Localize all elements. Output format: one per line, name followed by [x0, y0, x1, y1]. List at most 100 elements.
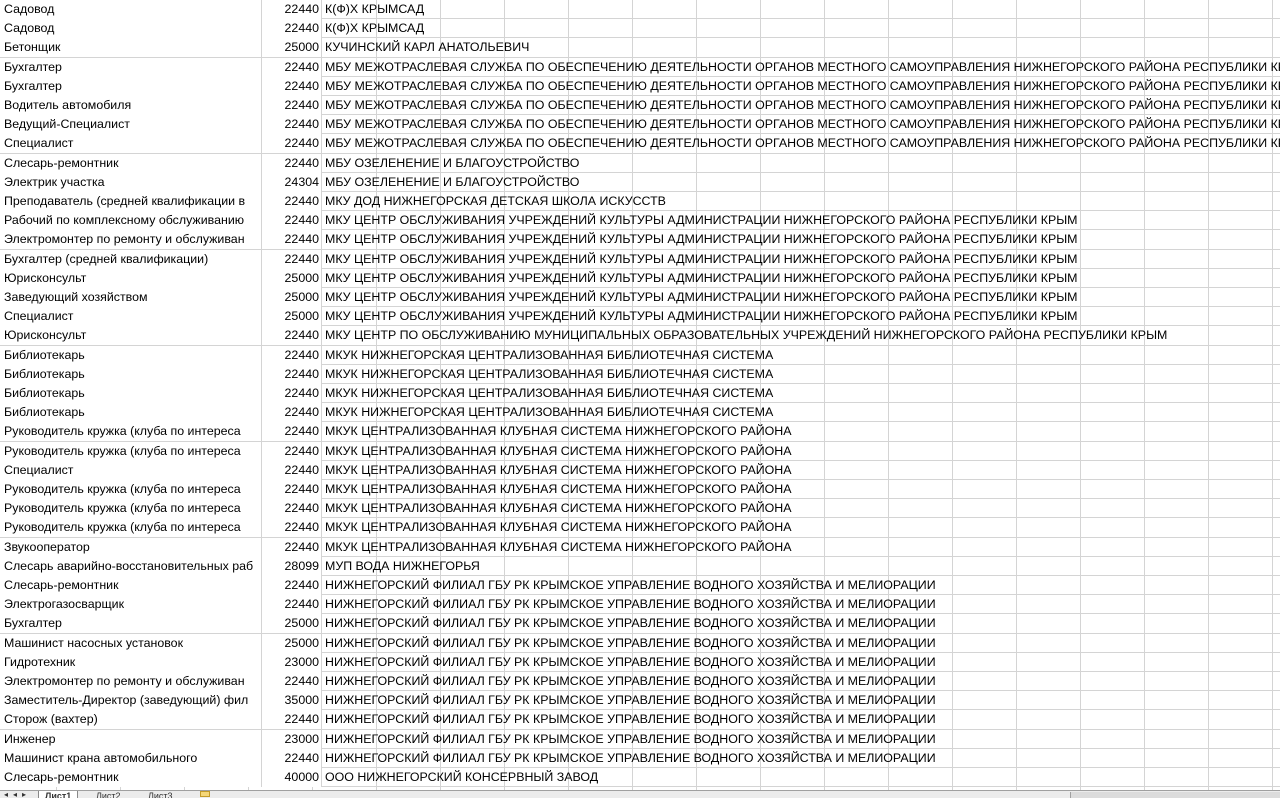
table-row[interactable]: Бухгалтер 25000 НИЖНЕГОРСКИЙ ФИЛИАЛ ГБУ РК… — [0, 614, 1280, 634]
position-cell[interactable]: Специалист — [0, 307, 262, 327]
employer-cell[interactable]: МБУ ОЗЕЛЕНЕНИЕ И БЛАГОУСТРОЙСТВО — [322, 173, 579, 192]
position-cell[interactable]: Слесарь-ремонтник — [0, 768, 262, 787]
position-cell[interactable]: Машинист крана автомобильного — [0, 748, 262, 768]
employer-cell[interactable]: МКУК ЦЕНТРАЛИЗОВАННАЯ КЛУБНАЯ СИСТЕМА НИ… — [322, 461, 792, 480]
position-cell[interactable]: Библиотекарь — [0, 345, 262, 365]
employer-cell[interactable]: НИЖНЕГОРСКИЙ ФИЛИАЛ ГБУ РК КРЫМСКОЕ УПРА… — [322, 595, 936, 614]
table-row[interactable]: Электрик участка 24304 МБУ ОЗЕЛЕНЕНИЕ И БЛ… — [0, 172, 1280, 192]
table-row[interactable]: Библиотекарь 22440 МКУК НИЖНЕГОРСКАЯ ЦЕНТР… — [0, 384, 1280, 404]
position-cell[interactable]: Библиотекарь — [0, 364, 262, 384]
position-cell[interactable]: Руководитель кружка (клуба по интереса — [0, 499, 262, 519]
salary-cell[interactable]: 22440 — [262, 422, 322, 442]
table-row[interactable]: Руководитель кружка (клуба по интереса 22… — [0, 441, 1280, 461]
salary-cell[interactable]: 22440 — [262, 249, 322, 269]
position-cell[interactable]: Водитель автомобиля — [0, 96, 262, 115]
employer-cell[interactable]: ООО НИЖНЕГОРСКИЙ КОНСЕРВНЫЙ ЗАВОД — [322, 768, 598, 787]
table-row[interactable]: Водитель автомобиля 22440 МБУ МЕЖОТРАСЛЕВА… — [0, 96, 1280, 116]
position-cell[interactable]: Садовод — [0, 19, 262, 39]
salary-cell[interactable]: 24304 — [262, 172, 322, 192]
position-cell[interactable]: Слесарь-ремонтник — [0, 153, 262, 173]
position-cell[interactable]: Сторож (вахтер) — [0, 710, 262, 730]
table-row[interactable]: Слесарь-ремонтник 40000 ООО НИЖНЕГОРСКИЙ К… — [0, 768, 1280, 788]
table-row[interactable]: Садовод 22440 К(Ф)Х КРЫМСАД — [0, 0, 1280, 20]
salary-cell[interactable]: 22440 — [262, 384, 322, 403]
table-row[interactable]: Юрисконсульт 22440 МКУ ЦЕНТР ПО ОБСЛУЖИВАН… — [0, 326, 1280, 346]
table-row[interactable]: Бетонщик 25000 КУЧИНСКИЙ КАРЛ АНАТОЛЬЕВИЧ — [0, 38, 1280, 58]
position-cell[interactable]: Бухгалтер — [0, 76, 262, 96]
employer-cell[interactable]: МКУК ЦЕНТРАЛИЗОВАННАЯ КЛУБНАЯ СИСТЕМА НИ… — [322, 442, 792, 461]
employer-cell[interactable]: МКУ ЦЕНТР ОБСЛУЖИВАНИЯ УЧРЕЖДЕНИЙ КУЛЬТУ… — [322, 288, 1078, 307]
position-cell[interactable]: Бухгалтер (средней квалификации) — [0, 249, 262, 269]
first-sheet-nav-icon[interactable]: ◂ — [4, 791, 8, 798]
salary-cell[interactable]: 22440 — [262, 403, 322, 423]
next-sheet-nav-icon[interactable]: ▸ — [22, 791, 26, 798]
employer-cell[interactable]: НИЖНЕГОРСКИЙ ФИЛИАЛ ГБУ РК КРЫМСКОЕ УПРА… — [322, 653, 936, 672]
employer-cell[interactable]: НИЖНЕГОРСКИЙ ФИЛИАЛ ГБУ РК КРЫМСКОЕ УПРА… — [322, 634, 936, 653]
salary-cell[interactable]: 22440 — [262, 518, 322, 538]
position-cell[interactable]: Бухгалтер — [0, 614, 262, 634]
salary-cell[interactable]: 22440 — [262, 115, 322, 135]
table-row[interactable]: Библиотекарь 22440 МКУК НИЖНЕГОРСКАЯ ЦЕНТР… — [0, 403, 1280, 423]
employer-cell[interactable]: МКУК НИЖНЕГОРСКАЯ ЦЕНТРАЛИЗОВАННАЯ БИБЛИ… — [322, 384, 773, 403]
table-row[interactable]: Юрисконсульт 25000 МКУ ЦЕНТР ОБСЛУЖИВАНИЯ … — [0, 268, 1280, 288]
position-cell[interactable]: Ведущий-Специалист — [0, 115, 262, 135]
position-cell[interactable]: Машинист насосных установок — [0, 633, 262, 653]
position-cell[interactable]: Садовод — [0, 0, 262, 19]
salary-cell[interactable]: 25000 — [262, 38, 322, 58]
prev-sheet-nav-icon[interactable]: ◂ — [13, 791, 17, 798]
employer-cell[interactable]: НИЖНЕГОРСКИЙ ФИЛИАЛ ГБУ РК КРЫМСКОЕ УПРА… — [322, 730, 936, 749]
position-cell[interactable]: Заведующий хозяйством — [0, 288, 262, 307]
position-cell[interactable]: Руководитель кружка (клуба по интереса — [0, 422, 262, 442]
table-row[interactable]: Ведущий-Специалист 22440 МБУ МЕЖОТРАСЛЕВАЯ… — [0, 115, 1280, 135]
employer-cell[interactable]: НИЖНЕГОРСКИЙ ФИЛИАЛ ГБУ РК КРЫМСКОЕ УПРА… — [322, 672, 936, 691]
salary-cell[interactable]: 25000 — [262, 633, 322, 653]
employer-cell[interactable]: НИЖНЕГОРСКИЙ ФИЛИАЛ ГБУ РК КРЫМСКОЕ УПРА… — [322, 576, 936, 595]
table-row[interactable]: Специалист 22440 МБУ МЕЖОТРАСЛЕВАЯ СЛУЖБА … — [0, 134, 1280, 154]
spreadsheet-grid[interactable]: Садовод 22440 К(Ф)Х КРЫМСАД Садовод 22440 К(Ф… — [0, 0, 1280, 790]
salary-cell[interactable]: 22440 — [262, 364, 322, 384]
position-cell[interactable]: Рабочий по комплексному обслуживанию — [0, 211, 262, 231]
position-cell[interactable]: Электромонтер по ремонту и обслуживан — [0, 230, 262, 250]
salary-cell[interactable]: 22440 — [262, 480, 322, 499]
employer-cell[interactable]: МКУК ЦЕНТРАЛИЗОВАННАЯ КЛУБНАЯ СИСТЕМА НИ… — [322, 480, 792, 499]
salary-cell[interactable]: 22440 — [262, 499, 322, 519]
table-row[interactable]: Рабочий по комплексному обслуживанию 2244… — [0, 211, 1280, 231]
salary-cell[interactable]: 22440 — [262, 230, 322, 250]
employer-cell[interactable]: МКУК ЦЕНТРАЛИЗОВАННАЯ КЛУБНАЯ СИСТЕМА НИ… — [322, 499, 792, 518]
salary-cell[interactable]: 40000 — [262, 768, 322, 787]
employer-cell[interactable]: КУЧИНСКИЙ КАРЛ АНАТОЛЬЕВИЧ — [322, 38, 529, 57]
employer-cell[interactable]: К(Ф)Х КРЫМСАД — [322, 0, 424, 19]
table-row[interactable]: Электромонтер по ремонту и обслуживан 224… — [0, 672, 1280, 692]
employer-cell[interactable]: МКУ ЦЕНТР ОБСЛУЖИВАНИЯ УЧРЕЖДЕНИЙ КУЛЬТУ… — [322, 269, 1078, 288]
table-row[interactable]: Машинист насосных установок 25000 НИЖНЕГОР… — [0, 633, 1280, 653]
position-cell[interactable]: Заместитель-Директор (заведующий) фил — [0, 691, 262, 711]
employer-cell[interactable]: МКУ ЦЕНТР ОБСЛУЖИВАНИЯ УЧРЕЖДЕНИЙ КУЛЬТУ… — [322, 250, 1078, 269]
position-cell[interactable]: Руководитель кружка (клуба по интереса — [0, 480, 262, 499]
salary-cell[interactable]: 22440 — [262, 441, 322, 461]
salary-cell[interactable]: 22440 — [262, 76, 322, 96]
employer-cell[interactable]: МКУ ДОД НИЖНЕГОРСКАЯ ДЕТСКАЯ ШКОЛА ИСКУС… — [322, 192, 666, 211]
table-row[interactable]: Бухгалтер 22440 МБУ МЕЖОТРАСЛЕВАЯ СЛУЖБА П… — [0, 76, 1280, 96]
table-row[interactable]: Руководитель кружка (клуба по интереса 22… — [0, 518, 1280, 538]
salary-cell[interactable]: 22440 — [262, 211, 322, 231]
position-cell[interactable]: Бухгалтер — [0, 57, 262, 77]
employer-cell[interactable]: МУП ВОДА НИЖНЕГОРЬЯ — [322, 557, 480, 576]
position-cell[interactable]: Руководитель кружка (клуба по интереса — [0, 518, 262, 538]
salary-cell[interactable]: 22440 — [262, 537, 322, 557]
table-row[interactable]: Заместитель-Директор (заведующий) фил 350… — [0, 691, 1280, 711]
insert-sheet-icon[interactable] — [200, 791, 210, 797]
table-row[interactable]: Руководитель кружка (клуба по интереса 22… — [0, 480, 1280, 500]
position-cell[interactable]: Электрик участка — [0, 172, 262, 192]
employer-cell[interactable]: МКУ ЦЕНТР ОБСЛУЖИВАНИЯ УЧРЕЖДЕНИЙ КУЛЬТУ… — [322, 211, 1078, 230]
table-row[interactable]: Бухгалтер (средней квалификации) 22440 МКУ… — [0, 249, 1280, 269]
table-row[interactable]: Электромонтер по ремонту и обслуживан 224… — [0, 230, 1280, 250]
employer-cell[interactable]: МБУ ОЗЕЛЕНЕНИЕ И БЛАГОУСТРОЙСТВО — [322, 154, 579, 173]
employer-cell[interactable]: МКУК НИЖНЕГОРСКАЯ ЦЕНТРАЛИЗОВАННАЯ БИБЛИ… — [322, 403, 773, 422]
employer-cell[interactable]: МКУК НИЖНЕГОРСКАЯ ЦЕНТРАЛИЗОВАННАЯ БИБЛИ… — [322, 365, 773, 384]
position-cell[interactable]: Юрисконсульт — [0, 326, 262, 346]
employer-cell[interactable]: НИЖНЕГОРСКИЙ ФИЛИАЛ ГБУ РК КРЫМСКОЕ УПРА… — [322, 691, 936, 710]
position-cell[interactable]: Руководитель кружка (клуба по интереса — [0, 441, 262, 461]
table-row[interactable]: Звукооператор 22440 МКУК ЦЕНТРАЛИЗОВАННАЯ … — [0, 537, 1280, 557]
employer-cell[interactable]: МБУ МЕЖОТРАСЛЕВАЯ СЛУЖБА ПО ОБЕСПЕЧЕНИЮ … — [322, 115, 1280, 134]
salary-cell[interactable]: 22440 — [262, 710, 322, 730]
